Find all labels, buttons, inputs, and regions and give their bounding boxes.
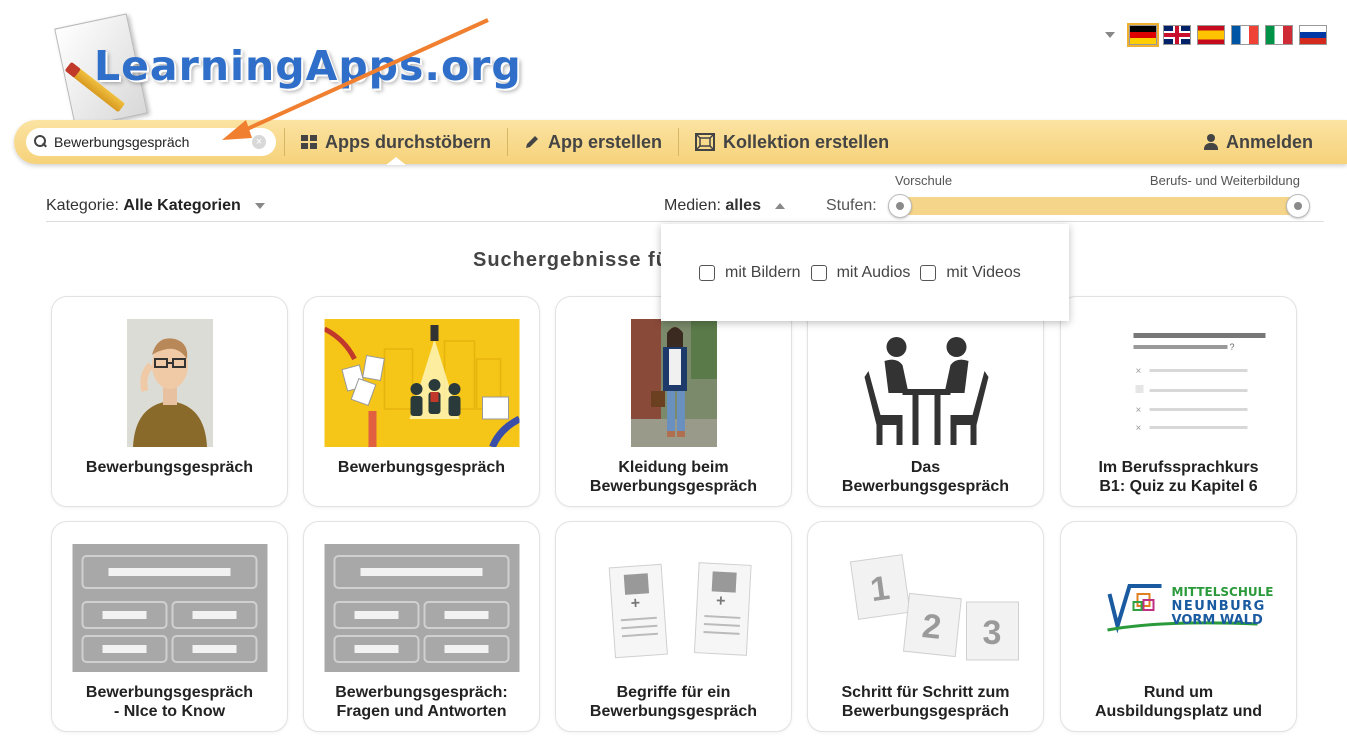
app-card[interactable]: ? × × × Im Berufssprachkurs B1: Quiz zu K… <box>1060 296 1297 507</box>
media-value: alles <box>725 197 761 214</box>
nav-login-label: Anmelden <box>1225 131 1313 152</box>
level-range-slider[interactable] <box>888 194 1310 218</box>
nav-create-collection-label: Kollektion erstellen <box>723 131 890 152</box>
svg-text:×: × <box>1135 405 1141 416</box>
svg-text:×: × <box>1135 366 1141 377</box>
main-navbar: × Apps durchstöbern App erstellen Kollek… <box>14 120 1347 165</box>
step-number-2: 2 <box>920 607 943 647</box>
logo-text: LearningApps.org <box>94 42 522 90</box>
app-card[interactable]: MITTELSCHULE NEUNBURG VORM WALD Rund um A… <box>1060 521 1297 732</box>
app-card[interactable]: 1 2 3 Schritt für Schritt zum Bewerbungsg… <box>807 521 1044 732</box>
svg-text:+: + <box>715 593 725 610</box>
search-input[interactable] <box>54 134 244 150</box>
french-flag-icon[interactable] <box>1231 25 1259 45</box>
card-title: Begriffe für ein Bewerbungsgespräch <box>589 684 758 720</box>
thumbnail-ordering-cards: 1 2 3 <box>828 544 1023 672</box>
nav-browse-label: Apps durchstöbern <box>325 131 492 152</box>
step-number-3: 3 <box>982 614 1001 652</box>
thumbnail-school-logo: MITTELSCHULE NEUNBURG VORM WALD <box>1081 544 1276 672</box>
search-icon <box>34 135 48 149</box>
pencil-icon <box>524 134 540 150</box>
school-logo-line3: VORM WALD <box>1171 613 1262 628</box>
card-title: Kleidung beim Bewerbungsgespräch <box>589 459 758 495</box>
app-card[interactable]: + + Begriffe für ein Bewerbungsgespräch <box>555 521 792 732</box>
media-filter[interactable]: Medien: alles <box>664 197 786 215</box>
app-card[interactable]: Bewerbungsgespräch: Fragen und Antworten <box>303 521 540 732</box>
slider-max-handle[interactable] <box>1286 194 1310 218</box>
images-checkbox[interactable] <box>699 264 715 281</box>
svg-text:+: + <box>630 595 641 613</box>
card-title: Bewerbungsgespräch <box>337 459 506 476</box>
audio-checkbox[interactable] <box>810 264 827 281</box>
card-title: Das Bewerbungsgespräch <box>841 459 1010 495</box>
thumbnail-quiz-icon: ? × × × <box>1081 319 1276 447</box>
language-dropdown-caret-icon[interactable] <box>1105 32 1115 38</box>
card-title: Bewerbungsgespräch: Fragen und Antworten <box>335 684 508 720</box>
levels-label: Stufen: <box>826 197 877 214</box>
media-dropdown: mit Bildern mit Audios mit Videos <box>661 224 1069 321</box>
nav-browse-apps[interactable]: Apps durchstöbern <box>293 120 499 165</box>
media-caret-icon <box>775 202 786 209</box>
nav-create-app-label: App erstellen <box>548 131 663 152</box>
level-min-label: Vorschule <box>895 173 953 188</box>
app-card[interactable]: Das Bewerbungsgespräch <box>807 296 1044 507</box>
nav-login[interactable]: Anmelden <box>1196 120 1321 164</box>
thumbnail-woman-outfit-photo <box>630 319 717 447</box>
nav-divider <box>507 128 509 156</box>
media-option-video[interactable]: mit Videos <box>920 263 1021 282</box>
thumbnail-man-with-glasses <box>126 319 213 447</box>
slider-min-handle[interactable] <box>888 194 912 218</box>
card-title: Bewerbungsgespräch - NIce to Know <box>85 684 254 720</box>
german-flag-icon[interactable] <box>1127 23 1159 47</box>
category-filter[interactable]: Kategorie: Alle Kategorien <box>46 197 266 215</box>
level-max-label: Berufs- und Weiterbildung <box>1149 173 1300 188</box>
user-icon <box>1203 134 1218 150</box>
nav-divider <box>678 128 680 156</box>
nav-create-collection[interactable]: Kollektion erstellen <box>687 120 897 164</box>
media-label: Medien: <box>664 197 721 214</box>
video-checkbox[interactable] <box>920 264 937 281</box>
category-label: Kategorie: <box>46 197 119 214</box>
svg-text:?: ? <box>1229 342 1234 352</box>
card-title: Bewerbungsgespräch <box>85 459 254 476</box>
app-card[interactable]: Bewerbungsgespräch <box>51 296 288 507</box>
category-caret-icon <box>255 202 266 209</box>
grid-icon <box>301 135 317 149</box>
card-title: Schritt für Schritt zum Bewerbungsgespräc… <box>841 684 1010 720</box>
thumbnail-pairing-template <box>324 544 519 672</box>
app-card[interactable]: Bewerbungsgespräch - NIce to Know <box>51 521 288 732</box>
card-title: Rund um Ausbildungsplatz und <box>1094 684 1263 720</box>
italian-flag-icon[interactable] <box>1265 25 1293 45</box>
collection-icon <box>695 133 716 151</box>
filter-bar: Kategorie: Alle Kategorien Medien: alles… <box>46 170 1324 222</box>
uk-flag-icon[interactable] <box>1163 25 1191 45</box>
card-title: Im Berufssprachkurs B1: Quiz zu Kapitel 6 <box>1098 459 1259 495</box>
nav-divider <box>284 128 285 156</box>
search-box: × <box>26 128 276 156</box>
thumbnail-job-interview-illustration <box>324 319 519 447</box>
thumbnail-pairing-template <box>72 544 267 672</box>
school-logo-line2: NEUNBURG <box>1171 599 1265 614</box>
russian-flag-icon[interactable] <box>1299 25 1327 45</box>
images-option-label: mit Bildern <box>725 263 801 281</box>
media-option-images[interactable]: mit Bildern <box>699 264 801 282</box>
nav-create-app[interactable]: App erstellen <box>516 120 670 164</box>
audio-option-label: mit Audios <box>836 263 911 281</box>
clear-search-icon[interactable]: × <box>252 135 266 149</box>
language-selector <box>1105 23 1327 47</box>
app-card[interactable]: Kleidung beim Bewerbungsgespräch <box>555 296 792 507</box>
category-value: Alle Kategorien <box>123 197 241 214</box>
site-logo[interactable]: LearningApps.org <box>32 12 521 130</box>
thumbnail-interview-pictogram <box>828 319 1023 447</box>
media-option-audio[interactable]: mit Audios <box>810 263 911 282</box>
app-card[interactable]: Bewerbungsgespräch <box>303 296 540 507</box>
spanish-flag-icon[interactable] <box>1197 25 1225 45</box>
thumbnail-media-cards: + + <box>576 544 771 672</box>
school-logo-line1: MITTELSCHULE <box>1171 585 1273 599</box>
video-option-label: mit Videos <box>946 263 1021 281</box>
results-title: Suchergebnisse fü <box>473 249 669 271</box>
svg-text:×: × <box>1135 423 1141 434</box>
